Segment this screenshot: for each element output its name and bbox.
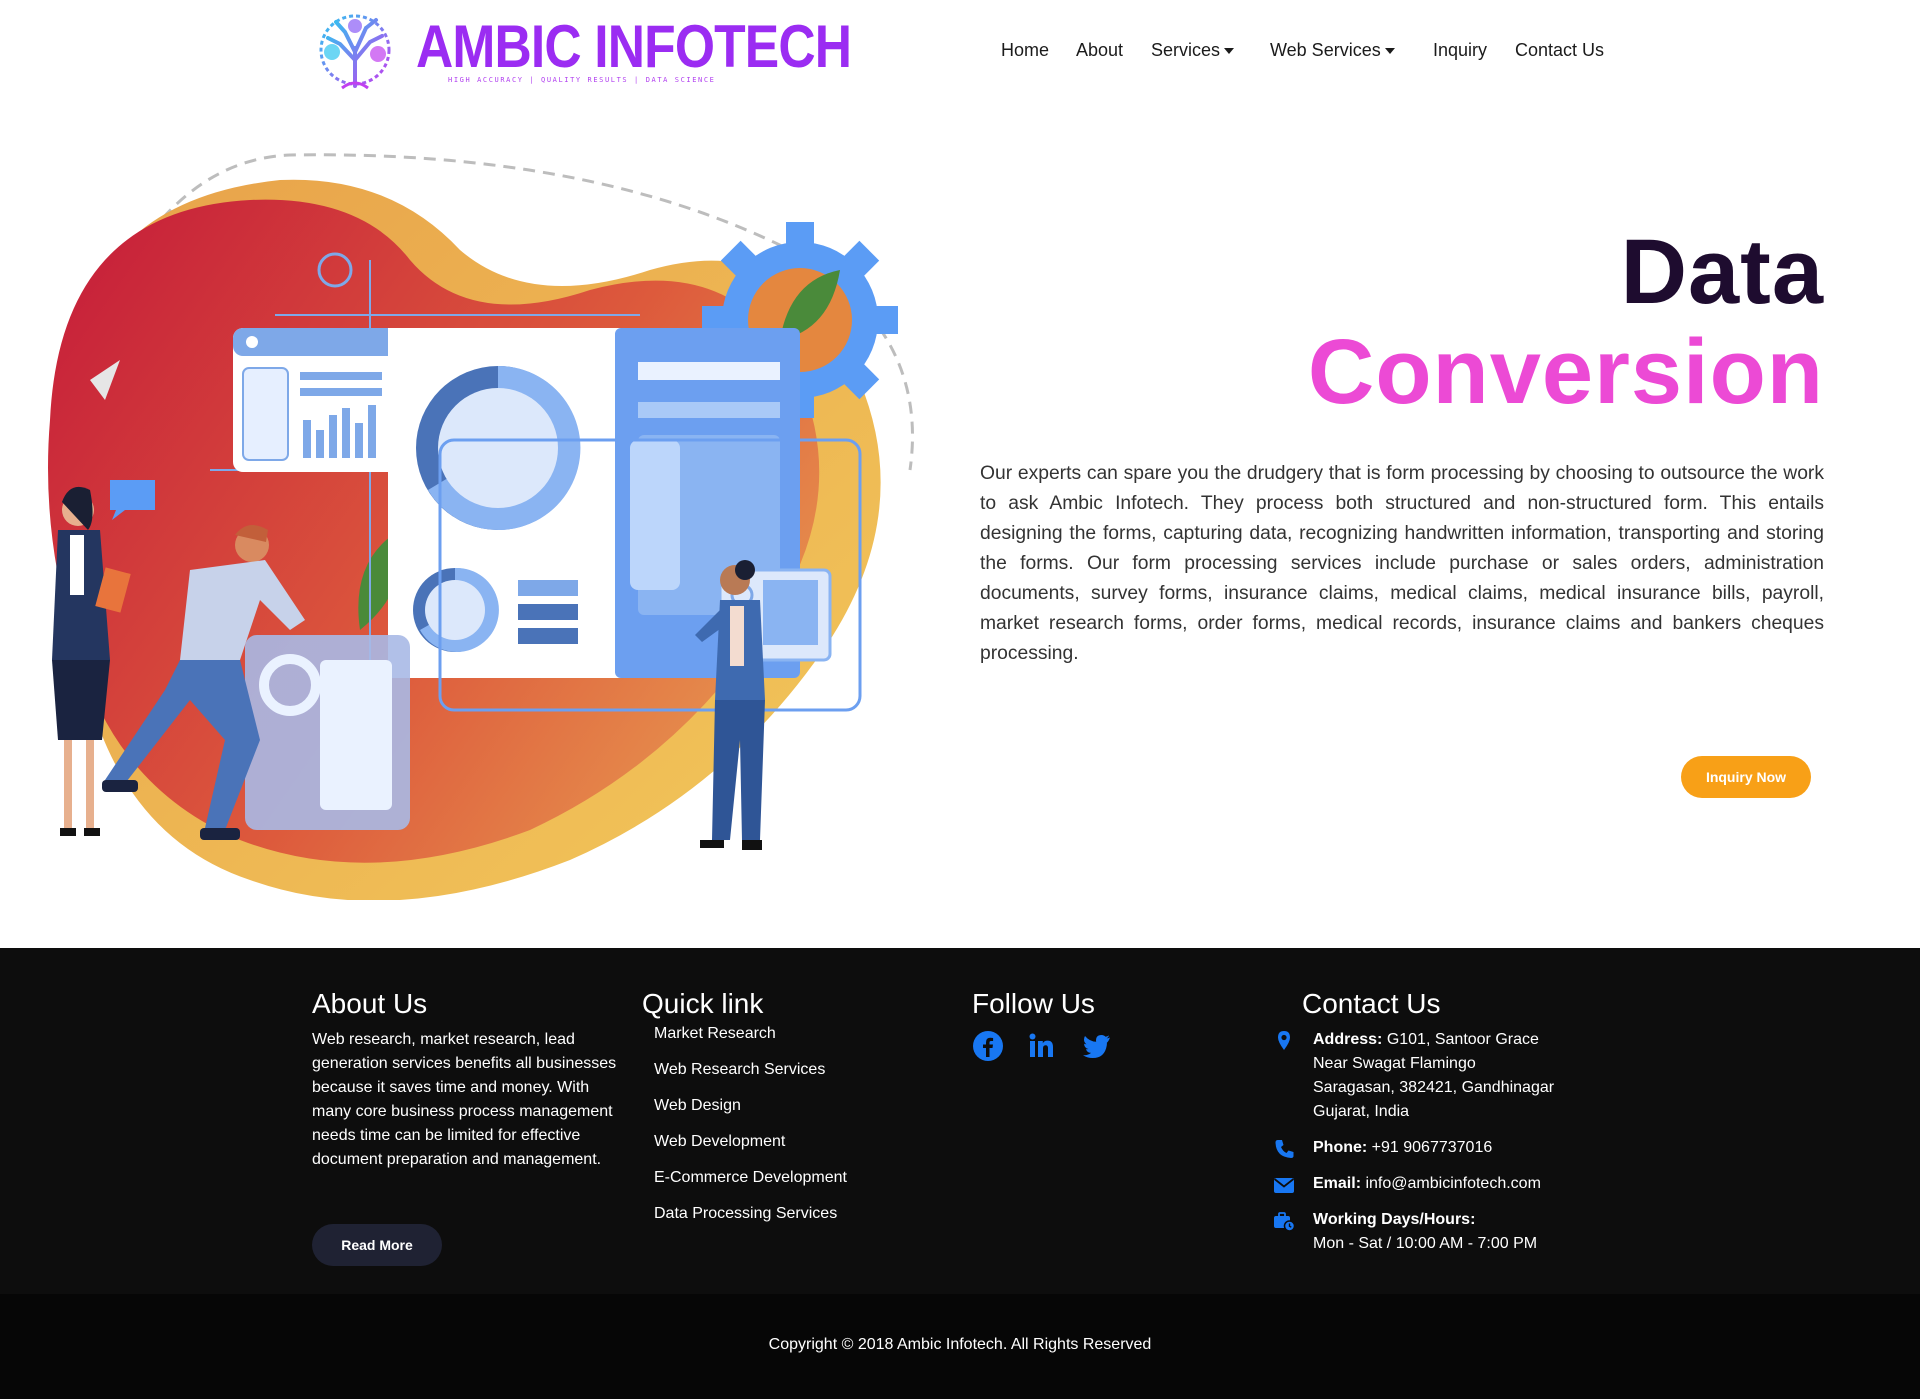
hero-title-line2: Conversion xyxy=(1307,321,1824,423)
address-line1: G101, Santoor Grace xyxy=(1386,1031,1539,1048)
address-label: Address: xyxy=(1313,1031,1383,1048)
contact-address-text: Address: G101, Santoor Grace Near Swagat… xyxy=(1313,1028,1603,1124)
hero-title-line1: Data xyxy=(1620,221,1824,323)
facebook-icon[interactable] xyxy=(972,1030,1004,1062)
contact-address: Address: G101, Santoor Grace Near Swagat… xyxy=(1273,1028,1593,1128)
site-header: AMBIC INFOTECH HIGH ACCURACY | QUALITY R… xyxy=(0,0,1920,110)
data-conversion-illustration xyxy=(48,153,914,900)
phone-label: Phone: xyxy=(1313,1139,1368,1156)
quick-link-ecommerce[interactable]: E-Commerce Development xyxy=(642,1160,847,1196)
nav-services-label: Services xyxy=(1151,40,1221,60)
footer-quick-links: Quick link Market Research Web Research … xyxy=(642,988,847,1232)
footer-about-heading: About Us xyxy=(312,988,428,1019)
phone-number: +91 9067737016 xyxy=(1371,1139,1493,1156)
quick-link-market-research[interactable]: Market Research xyxy=(642,1016,847,1052)
nav-about[interactable]: About xyxy=(1076,40,1123,61)
contact-email: Email: info@ambicinfotech.com xyxy=(1273,1172,1593,1198)
footer-contact: Contact Us Address: G101, Santoor Grace … xyxy=(1273,988,1642,1278)
inquiry-now-button[interactable]: Inquiry Now xyxy=(1681,756,1811,798)
hours-value: Mon - Sat / 10:00 AM - 7:00 PM xyxy=(1313,1235,1538,1252)
linkedin-icon[interactable] xyxy=(1026,1030,1058,1062)
main-nav: Home About Services Web Services Inquiry… xyxy=(0,40,1920,70)
contact-email-text[interactable]: Email: info@ambicinfotech.com xyxy=(1313,1172,1603,1196)
location-pin-icon xyxy=(1278,1031,1290,1050)
contact-phone: Phone: +91 9067737016 xyxy=(1273,1136,1593,1162)
phone-icon xyxy=(1275,1140,1294,1158)
quick-link-list: Market Research Web Research Services We… xyxy=(642,1016,847,1232)
address-line3: Saragasan, 382421, Gandhinagar xyxy=(1313,1079,1555,1096)
nav-web-services[interactable]: Web Services xyxy=(1270,40,1395,61)
contact-hours-text: Working Days/Hours: Mon - Sat / 10:00 AM… xyxy=(1313,1208,1603,1256)
quick-link-web-research[interactable]: Web Research Services xyxy=(642,1052,847,1088)
nav-home[interactable]: Home xyxy=(1001,40,1049,61)
quick-link-web-design[interactable]: Web Design xyxy=(642,1088,847,1124)
nav-services[interactable]: Services xyxy=(1151,40,1235,61)
nav-web-services-label: Web Services xyxy=(1270,40,1381,60)
contact-hours: Working Days/Hours: Mon - Sat / 10:00 AM… xyxy=(1273,1208,1593,1258)
site-footer: About Us Web research, market research, … xyxy=(0,948,1920,1294)
brand-tagline: HIGH ACCURACY | QUALITY RESULTS | DATA S… xyxy=(448,76,716,84)
quick-link-data-processing[interactable]: Data Processing Services xyxy=(642,1196,847,1232)
hero-description: Our experts can spare you the drudgery t… xyxy=(980,463,1824,665)
footer-follow-heading: Follow Us xyxy=(972,988,1095,1019)
twitter-icon[interactable] xyxy=(1080,1030,1112,1062)
footer-contact-heading: Contact Us xyxy=(1302,988,1441,1019)
footer-follow: Follow Us xyxy=(972,988,1112,1062)
envelope-icon xyxy=(1273,1178,1295,1193)
footer-about-text: Web research, market research, lead gene… xyxy=(312,1031,617,1168)
email-address: info@ambicinfotech.com xyxy=(1365,1175,1541,1192)
social-links xyxy=(972,1030,1112,1062)
business-time-icon xyxy=(1274,1212,1295,1232)
nav-contact[interactable]: Contact Us xyxy=(1515,40,1604,61)
copyright-text: Copyright © 2018 Ambic Infotech. All Rig… xyxy=(768,1336,1152,1353)
caret-down-icon xyxy=(1224,48,1235,55)
footer-about: About Us Web research, market research, … xyxy=(312,988,624,1172)
nav-inquiry[interactable]: Inquiry xyxy=(1433,40,1487,61)
address-line2: Near Swagat Flamingo xyxy=(1313,1055,1476,1072)
contact-phone-text[interactable]: Phone: +91 9067737016 xyxy=(1313,1136,1603,1160)
email-label: Email: xyxy=(1313,1175,1362,1192)
caret-down-icon xyxy=(1384,48,1395,55)
hours-label: Working Days/Hours: xyxy=(1313,1211,1476,1228)
address-line4: Gujarat, India xyxy=(1313,1103,1410,1120)
quick-link-web-development[interactable]: Web Development xyxy=(642,1124,847,1160)
read-more-button[interactable]: Read More xyxy=(312,1224,442,1266)
